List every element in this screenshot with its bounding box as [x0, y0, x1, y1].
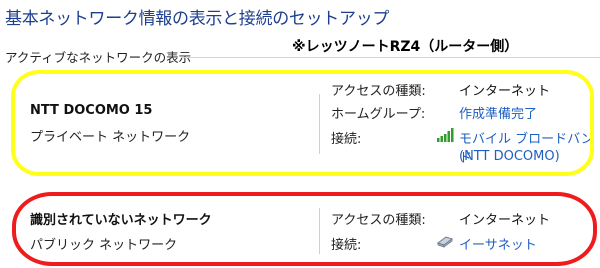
page-title: 基本ネットワーク情報の表示と接続のセットアップ [5, 9, 390, 29]
section-divider [182, 57, 600, 58]
highlight-red-oval [12, 192, 597, 266]
highlight-yellow-oval [11, 70, 594, 176]
annotation-label: ※レッツノートRZ4（ルーター側） [292, 39, 519, 55]
section-header: アクティブなネットワークの表示 [5, 50, 192, 65]
